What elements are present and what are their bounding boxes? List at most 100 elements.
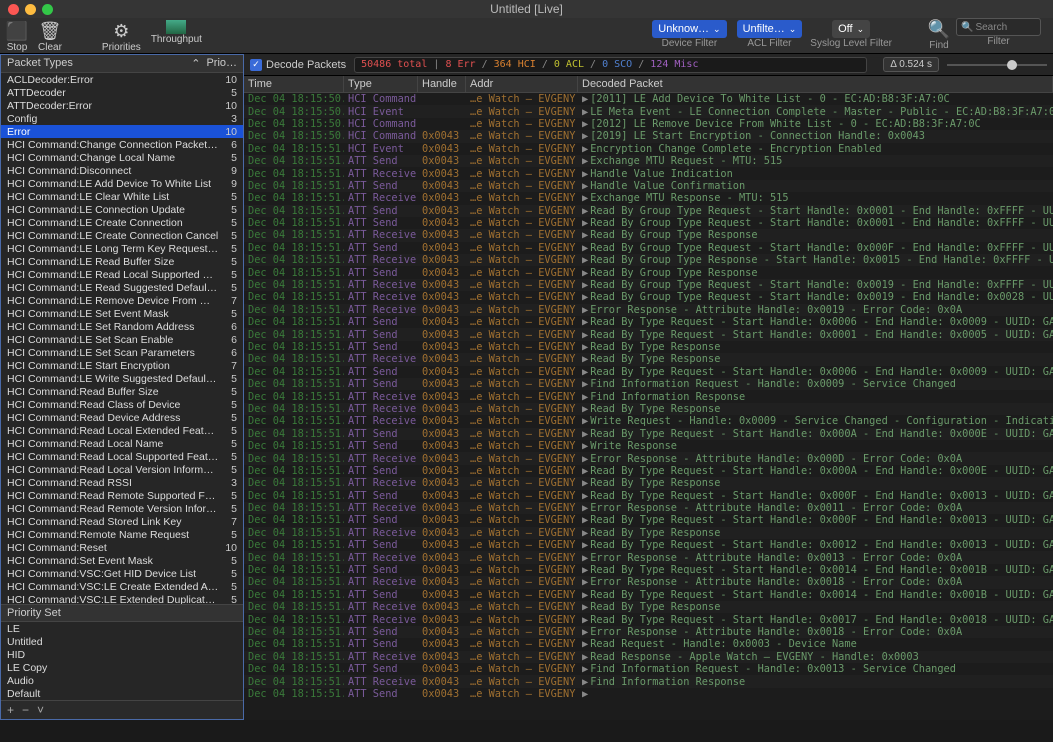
throughput-button[interactable]: Throughput <box>151 18 202 45</box>
packet-row[interactable]: Dec 04 18:15:51.278ATT Send0x0043…e Watc… <box>244 341 1053 353</box>
packet-table-header[interactable]: Time Type Handle Addr Decoded Packet <box>244 76 1053 93</box>
packet-row[interactable]: Dec 04 18:15:51.266ATT Send0x0043…e Watc… <box>244 316 1053 328</box>
sidebar-item[interactable]: HCI Command:LE Read Buffer Size5 <box>1 255 243 268</box>
sidebar-header[interactable]: Packet Types ⌃ Prio… <box>1 55 243 73</box>
sidebar-item[interactable]: HCI Command:LE Set Random Address6 <box>1 320 243 333</box>
remove-button[interactable]: − <box>22 703 29 717</box>
priority-item[interactable]: Untitled <box>1 635 243 648</box>
packet-row[interactable]: Dec 04 18:15:51.311ATT Send0x0043…e Watc… <box>244 378 1053 390</box>
packet-row[interactable]: Dec 04 18:15:51.461ATT Receive0x0043…e W… <box>244 527 1053 539</box>
sidebar-item[interactable]: HCI Command:Read Device Address5 <box>1 411 243 424</box>
action-menu-button[interactable]: ˅ <box>37 703 44 717</box>
sidebar-item[interactable]: HCI Command:LE Create Connection5 <box>1 216 243 229</box>
sidebar-item[interactable]: Error10 <box>1 125 243 138</box>
packet-row[interactable]: Dec 04 18:15:51.371ATT Send0x0043…e Watc… <box>244 465 1053 477</box>
packet-row[interactable]: Dec 04 18:15:51.191ATT Receive0x0043…e W… <box>244 229 1053 241</box>
packet-row[interactable]: Dec 04 18:15:51.222ATT Receive0x0043…e W… <box>244 279 1053 291</box>
priority-item[interactable]: LE Copy <box>1 661 243 674</box>
sidebar-item[interactable]: HCI Command:Read Local Version Informati… <box>1 463 243 476</box>
priority-item[interactable]: Audio <box>1 674 243 687</box>
packet-row[interactable]: Dec 04 18:15:51.056HCI Event0x0043…e Wat… <box>244 143 1053 155</box>
filter-input[interactable]: 50486 total | 8 Err / 364 HCI / 0 ACL / … <box>354 57 867 73</box>
packet-row[interactable]: Dec 04 18:15:51.551ATT Receive0x0043…e W… <box>244 601 1053 613</box>
packet-row[interactable]: Dec 04 18:15:51.401ATT Receive0x0043…e W… <box>244 477 1053 489</box>
minimize-window-button[interactable] <box>25 4 36 15</box>
sidebar-item[interactable]: HCI Command:LE Add Device To White List9 <box>1 177 243 190</box>
stop-button[interactable]: ⬛ Stop <box>6 18 28 53</box>
sidebar-item[interactable]: HCI Command:LE Read Local Supported Feat… <box>1 268 243 281</box>
time-slider[interactable] <box>947 58 1047 72</box>
sidebar-item[interactable]: HCI Command:VSC:Get HID Device List5 <box>1 567 243 580</box>
decode-checkbox[interactable]: ✓ <box>250 59 262 71</box>
syslog-filter-dropdown[interactable]: Off⌄ <box>832 20 870 38</box>
packet-row[interactable]: Dec 04 18:15:51.095ATT Send0x0043…e Watc… <box>244 180 1053 192</box>
sidebar-item[interactable]: HCI Command:LE Set Scan Parameters6 <box>1 346 243 359</box>
sidebar-item[interactable]: HCI Command:Remote Name Request5 <box>1 528 243 541</box>
priority-item[interactable]: LE <box>1 622 243 635</box>
sidebar-item[interactable]: HCI Command:LE Set Scan Enable6 <box>1 333 243 346</box>
sidebar-item[interactable]: HCI Command:Disconnect9 <box>1 164 243 177</box>
packet-row[interactable]: Dec 04 18:15:51.626ATT Receive0x0043…e W… <box>244 651 1053 663</box>
packet-row[interactable]: Dec 04 18:15:51.431ATT Receive0x0043…e W… <box>244 502 1053 514</box>
packet-row[interactable]: Dec 04 18:15:51.656ATT Receive0x0043…e W… <box>244 675 1053 687</box>
packet-row[interactable]: Dec 04 18:15:50.826HCI Command0x0043…e W… <box>244 130 1053 142</box>
device-filter-dropdown[interactable]: Unknow…⌄ <box>652 20 726 38</box>
packet-row[interactable]: Dec 04 18:15:51.236ATT Receive0x0043…e W… <box>244 291 1053 303</box>
packet-row[interactable]: Dec 04 18:15:51.148ATT Send0x0043…e Watc… <box>244 217 1053 229</box>
find-icon[interactable]: 🔍 <box>928 18 950 40</box>
packet-row[interactable]: Dec 04 18:15:51.596ATT Send0x0043…e Watc… <box>244 638 1053 650</box>
sidebar-item[interactable]: HCI Command:Read Local Supported Feature… <box>1 450 243 463</box>
sidebar-list[interactable]: ACLDecoder:Error10ATTDecoder5ATTDecoder:… <box>1 73 243 604</box>
packet-row[interactable]: Dec 04 18:15:50.681HCI Command…e Watch —… <box>244 93 1053 105</box>
packet-row[interactable]: Dec 04 18:15:51.431ATT Send0x0043…e Watc… <box>244 514 1053 526</box>
packet-row[interactable]: Dec 04 18:15:51.206ATT Receive0x0043…e W… <box>244 254 1053 266</box>
sidebar-item[interactable]: HCI Command:LE Read Suggested Default Da… <box>1 281 243 294</box>
packet-row[interactable]: Dec 04 18:15:50.818HCI Command…e Watch —… <box>244 118 1053 130</box>
packet-row[interactable]: Dec 04 18:15:51.462ATT Send0x0043…e Watc… <box>244 539 1053 551</box>
packet-row[interactable]: Dec 04 18:15:51.371ATT Receive0x0043…e W… <box>244 452 1053 464</box>
packet-row[interactable]: Dec 04 18:15:51.251ATT Receive0x0043…e W… <box>244 304 1053 316</box>
clear-button[interactable]: 🗑 Clear <box>38 18 62 53</box>
sidebar-item[interactable]: Config3 <box>1 112 243 125</box>
priority-item[interactable]: HID <box>1 648 243 661</box>
sidebar-item[interactable]: HCI Command:LE Set Event Mask5 <box>1 307 243 320</box>
packet-row[interactable]: Dec 04 18:15:51.311ATT Receive0x0043…e W… <box>244 353 1053 365</box>
sidebar-item[interactable]: HCI Command:LE Clear White List5 <box>1 190 243 203</box>
packet-row[interactable]: Dec 04 18:15:51.086ATT Receive0x0043…e W… <box>244 167 1053 179</box>
packet-row[interactable]: Dec 04 18:15:51.371ATT Send0x0043…e Watc… <box>244 440 1053 452</box>
sidebar-item[interactable]: HCI Command:Read Remote Supported Featur… <box>1 489 243 502</box>
packet-row[interactable]: Dec 04 18:15:51.581ATT Send0x0043…e Watc… <box>244 626 1053 638</box>
sidebar-item[interactable]: HCI Command:Read Buffer Size5 <box>1 385 243 398</box>
zoom-window-button[interactable] <box>42 4 53 15</box>
sidebar-item[interactable]: HCI Command:LE Start Encryption7 <box>1 359 243 372</box>
packet-row[interactable]: Dec 04 18:15:50.803HCI Event…e Watch — E… <box>244 105 1053 117</box>
packet-table-body[interactable]: Dec 04 18:15:50.681HCI Command…e Watch —… <box>244 93 1053 720</box>
sidebar-item[interactable]: ACLDecoder:Error10 <box>1 73 243 86</box>
sidebar-item[interactable]: HCI Command:VSC:LE Create Extended Adver… <box>1 580 243 593</box>
packet-row[interactable]: Dec 04 18:15:51.191ATT Send0x0043…e Watc… <box>244 242 1053 254</box>
priority-list[interactable]: LEUntitledHIDLE CopyAudioDefault <box>1 622 243 700</box>
sidebar-item[interactable]: ATTDecoder:Error10 <box>1 99 243 112</box>
sidebar-item[interactable]: HCI Command:Change Local Name5 <box>1 151 243 164</box>
packet-row[interactable]: Dec 04 18:15:51.342ATT Send0x0043…e Watc… <box>244 428 1053 440</box>
search-input[interactable]: 🔍 Search <box>956 18 1041 36</box>
priority-item[interactable]: Default <box>1 687 243 700</box>
sidebar-item[interactable]: HCI Command:LE Long Term Key Request Rep… <box>1 242 243 255</box>
sidebar-item[interactable]: HCI Command:Read Local Extended Features… <box>1 424 243 437</box>
sidebar-item[interactable]: HCI Command:Read Class of Device5 <box>1 398 243 411</box>
packet-row[interactable]: Dec 04 18:15:51.277ATT Send0x0043…e Watc… <box>244 328 1053 340</box>
acl-filter-dropdown[interactable]: Unfilte…⌄ <box>737 20 803 38</box>
packet-row[interactable]: Dec 04 18:15:51.627ATT Send0x0043…e Watc… <box>244 663 1053 675</box>
packet-row[interactable]: Dec 04 18:15:51.656ATT Send0x0043…e Watc… <box>244 688 1053 700</box>
sidebar-item[interactable]: HCI Command:Read RSSI3 <box>1 476 243 489</box>
packet-row[interactable]: Dec 04 18:15:51.521ATT Receive0x0043…e W… <box>244 576 1053 588</box>
sidebar-item[interactable]: ATTDecoder5 <box>1 86 243 99</box>
packet-row[interactable]: Dec 04 18:15:51.341ATT Receive0x0043…e W… <box>244 403 1053 415</box>
delta-button[interactable]: Δ 0.524 s <box>883 57 939 72</box>
packet-row[interactable]: Dec 04 18:15:51.146ATT Receive0x0043…e W… <box>244 192 1053 204</box>
sidebar-item[interactable]: HCI Command:VSC:LE Extended Duplicate Fi… <box>1 593 243 604</box>
packet-row[interactable]: Dec 04 18:15:51.341ATT Receive0x0043…e W… <box>244 415 1053 427</box>
packet-row[interactable]: Dec 04 18:15:51.491ATT Send0x0043…e Watc… <box>244 564 1053 576</box>
sidebar-item[interactable]: HCI Command:Read Stored Link Key7 <box>1 515 243 528</box>
packet-row[interactable]: Dec 04 18:15:51.211ATT Send0x0043…e Watc… <box>244 266 1053 278</box>
